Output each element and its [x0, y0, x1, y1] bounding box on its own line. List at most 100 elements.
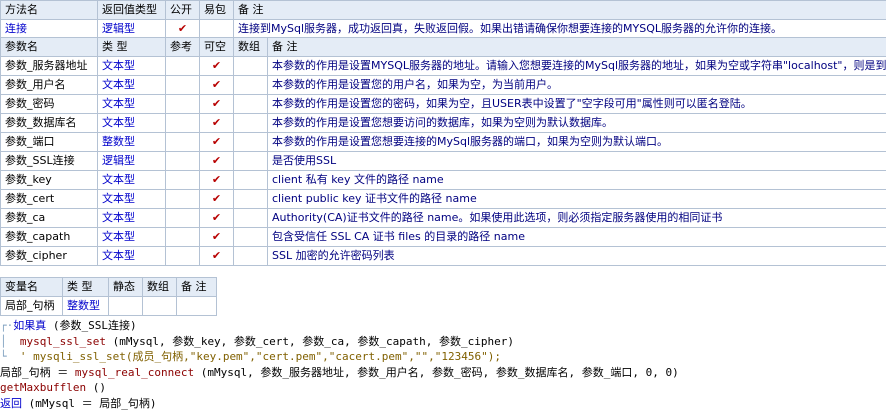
method-row[interactable]: 连接 逻辑型 ✔ 连接到MySql服务器，成功返回真，失败返回假。如果出错请确保… — [0, 19, 886, 39]
param-nullable-check-icon[interactable]: ✔ — [199, 189, 234, 209]
param-type[interactable]: 文本型 — [97, 208, 166, 228]
var-static[interactable] — [108, 296, 143, 316]
param-name[interactable]: 参数_密码 — [0, 94, 98, 114]
param-nullable-check-icon[interactable]: ✔ — [199, 170, 234, 190]
param-note[interactable]: 是否使用SSL — [267, 151, 886, 171]
param-note[interactable]: 本参数的作用是设置MYSQL服务器的地址。请输入您想要连接的MySql服务器的地… — [267, 56, 886, 76]
param-ref[interactable] — [165, 189, 200, 209]
param-array[interactable] — [233, 94, 268, 114]
param-name[interactable]: 参数_用户名 — [0, 75, 98, 95]
var-row[interactable]: 局部_句柄 整数型 — [0, 296, 217, 316]
param-array[interactable] — [233, 56, 268, 76]
param-row[interactable]: 参数_ca 文本型 ✔ Authority(CA)证书文件的路径 name。如果使用此… — [0, 208, 886, 228]
param-type[interactable]: 文本型 — [97, 113, 166, 133]
param-note[interactable]: Authority(CA)证书文件的路径 name。如果使用此选项，则必须指定服… — [267, 208, 886, 228]
param-name[interactable]: 参数_key — [0, 170, 98, 190]
param-ref[interactable] — [165, 208, 200, 228]
param-type[interactable]: 文本型 — [97, 56, 166, 76]
param-name[interactable]: 参数_数据库名 — [0, 113, 98, 133]
param-ref[interactable] — [165, 113, 200, 133]
param-row[interactable]: 参数_SSL连接 逻辑型 ✔ 是否使用SSL — [0, 151, 886, 171]
param-array[interactable] — [233, 189, 268, 209]
method-note[interactable]: 连接到MySql服务器，成功返回真，失败返回假。如果出错请确保你想要连接的MYS… — [233, 19, 886, 39]
param-ref[interactable] — [165, 246, 200, 266]
param-ref[interactable] — [165, 227, 200, 247]
param-type[interactable]: 文本型 — [97, 246, 166, 266]
param-nullable-check-icon[interactable]: ✔ — [199, 94, 234, 114]
param-array[interactable] — [233, 75, 268, 95]
param-note[interactable]: 本参数的作用是设置您想要访问的数据库，如果为空则为默认数据库。 — [267, 113, 886, 133]
param-row[interactable]: 参数_密码 文本型 ✔ 本参数的作用是设置您的密码，如果为空，且USER表中设置了"空… — [0, 94, 886, 114]
param-type[interactable]: 文本型 — [97, 170, 166, 190]
param-name[interactable]: 参数_cipher — [0, 246, 98, 266]
code-line-ssl-set[interactable]: │ mysql_ssl_set (mMysql, 参数_key, 参数_cert… — [0, 334, 886, 350]
param-type[interactable]: 文本型 — [97, 75, 166, 95]
param-array[interactable] — [233, 227, 268, 247]
param-row[interactable]: 参数_capath 文本型 ✔ 包含受信任 SSL CA 证书 files 的目录的路… — [0, 227, 886, 247]
param-nullable-check-icon[interactable]: ✔ — [199, 208, 234, 228]
param-row[interactable]: 参数_用户名 文本型 ✔ 本参数的作用是设置您的用户名，如果为空，为当前用户。 — [0, 75, 886, 95]
header-var-name: 变量名 — [0, 277, 63, 297]
param-note[interactable]: 本参数的作用是设置您想要连接的MySql服务器的端口，如果为空则为默认端口。 — [267, 132, 886, 152]
param-nullable-check-icon[interactable]: ✔ — [199, 56, 234, 76]
param-type[interactable]: 文本型 — [97, 94, 166, 114]
var-note[interactable] — [176, 296, 217, 316]
return-keyword: 返回 — [0, 396, 22, 410]
code-line-comment[interactable]: └ ' mysqli_ssl_set(成员_句柄,"key.pem","cert… — [0, 349, 886, 365]
param-type[interactable]: 整数型 — [97, 132, 166, 152]
param-ref[interactable] — [165, 132, 200, 152]
method-name[interactable]: 连接 — [0, 19, 98, 39]
param-note[interactable]: 本参数的作用是设置您的用户名，如果为空，为当前用户。 — [267, 75, 886, 95]
param-name[interactable]: 参数_服务器地址 — [0, 56, 98, 76]
param-ref[interactable] — [165, 56, 200, 76]
code-editor[interactable]: ┌·如果真 (参数_SSL连接) │ mysql_ssl_set (mMysql… — [0, 318, 886, 411]
param-array[interactable] — [233, 113, 268, 133]
param-ref[interactable] — [165, 75, 200, 95]
param-row[interactable]: 参数_cert 文本型 ✔ client public key 证书文件的路径 nam… — [0, 189, 886, 209]
param-note[interactable]: 本参数的作用是设置您的密码，如果为空，且USER表中设置了"空字段可用"属性则可… — [267, 94, 886, 114]
param-nullable-check-icon[interactable]: ✔ — [199, 151, 234, 171]
param-array[interactable] — [233, 246, 268, 266]
param-name[interactable]: 参数_端口 — [0, 132, 98, 152]
param-note[interactable]: SSL 加密的允许密码列表 — [267, 246, 886, 266]
param-array[interactable] — [233, 208, 268, 228]
param-array[interactable] — [233, 132, 268, 152]
param-nullable-check-icon[interactable]: ✔ — [199, 227, 234, 247]
param-ref[interactable] — [165, 170, 200, 190]
param-row[interactable]: 参数_数据库名 文本型 ✔ 本参数的作用是设置您想要访问的数据库，如果为空则为默认数据… — [0, 113, 886, 133]
param-row[interactable]: 参数_服务器地址 文本型 ✔ 本参数的作用是设置MYSQL服务器的地址。请输入您想要连… — [0, 56, 886, 76]
param-note[interactable]: 包含受信任 SSL CA 证书 files 的目录的路径 name — [267, 227, 886, 247]
param-name[interactable]: 参数_capath — [0, 227, 98, 247]
code-line-connect[interactable]: 局部_句柄 ＝ mysql_real_connect (mMysql, 参数_服… — [0, 365, 886, 381]
param-name[interactable]: 参数_cert — [0, 189, 98, 209]
param-type[interactable]: 逻辑型 — [97, 151, 166, 171]
param-row[interactable]: 参数_cipher 文本型 ✔ SSL 加密的允许密码列表 — [0, 246, 886, 266]
header-param-note: 备 注 — [267, 37, 886, 57]
param-nullable-check-icon[interactable]: ✔ — [199, 113, 234, 133]
method-return-type[interactable]: 逻辑型 — [97, 19, 166, 39]
header-param-ref: 参考 — [165, 37, 200, 57]
param-name[interactable]: 参数_ca — [0, 208, 98, 228]
code-line-return[interactable]: 返回 (mMysql ＝ 局部_句柄) — [0, 396, 886, 412]
param-ref[interactable] — [165, 94, 200, 114]
method-public-check-icon[interactable]: ✔ — [165, 19, 200, 39]
var-type[interactable]: 整数型 — [62, 296, 109, 316]
var-array[interactable] — [142, 296, 177, 316]
param-type[interactable]: 文本型 — [97, 227, 166, 247]
param-note[interactable]: client 私有 key 文件的路径 name — [267, 170, 886, 190]
param-note[interactable]: client public key 证书文件的路径 name — [267, 189, 886, 209]
param-type[interactable]: 文本型 — [97, 189, 166, 209]
param-nullable-check-icon[interactable]: ✔ — [199, 132, 234, 152]
param-name[interactable]: 参数_SSL连接 — [0, 151, 98, 171]
param-nullable-check-icon[interactable]: ✔ — [199, 246, 234, 266]
code-line-maxbuff[interactable]: getMaxbufflen () — [0, 380, 886, 396]
param-row[interactable]: 参数_端口 整数型 ✔ 本参数的作用是设置您想要连接的MySql服务器的端口，如果为空… — [0, 132, 886, 152]
param-array[interactable] — [233, 151, 268, 171]
param-array[interactable] — [233, 170, 268, 190]
param-row[interactable]: 参数_key 文本型 ✔ client 私有 key 文件的路径 name — [0, 170, 886, 190]
var-name[interactable]: 局部_句柄 — [0, 296, 63, 316]
method-easy-pack[interactable] — [199, 19, 234, 39]
param-ref[interactable] — [165, 151, 200, 171]
code-line-if[interactable]: ┌·如果真 (参数_SSL连接) — [0, 318, 886, 334]
param-nullable-check-icon[interactable]: ✔ — [199, 75, 234, 95]
